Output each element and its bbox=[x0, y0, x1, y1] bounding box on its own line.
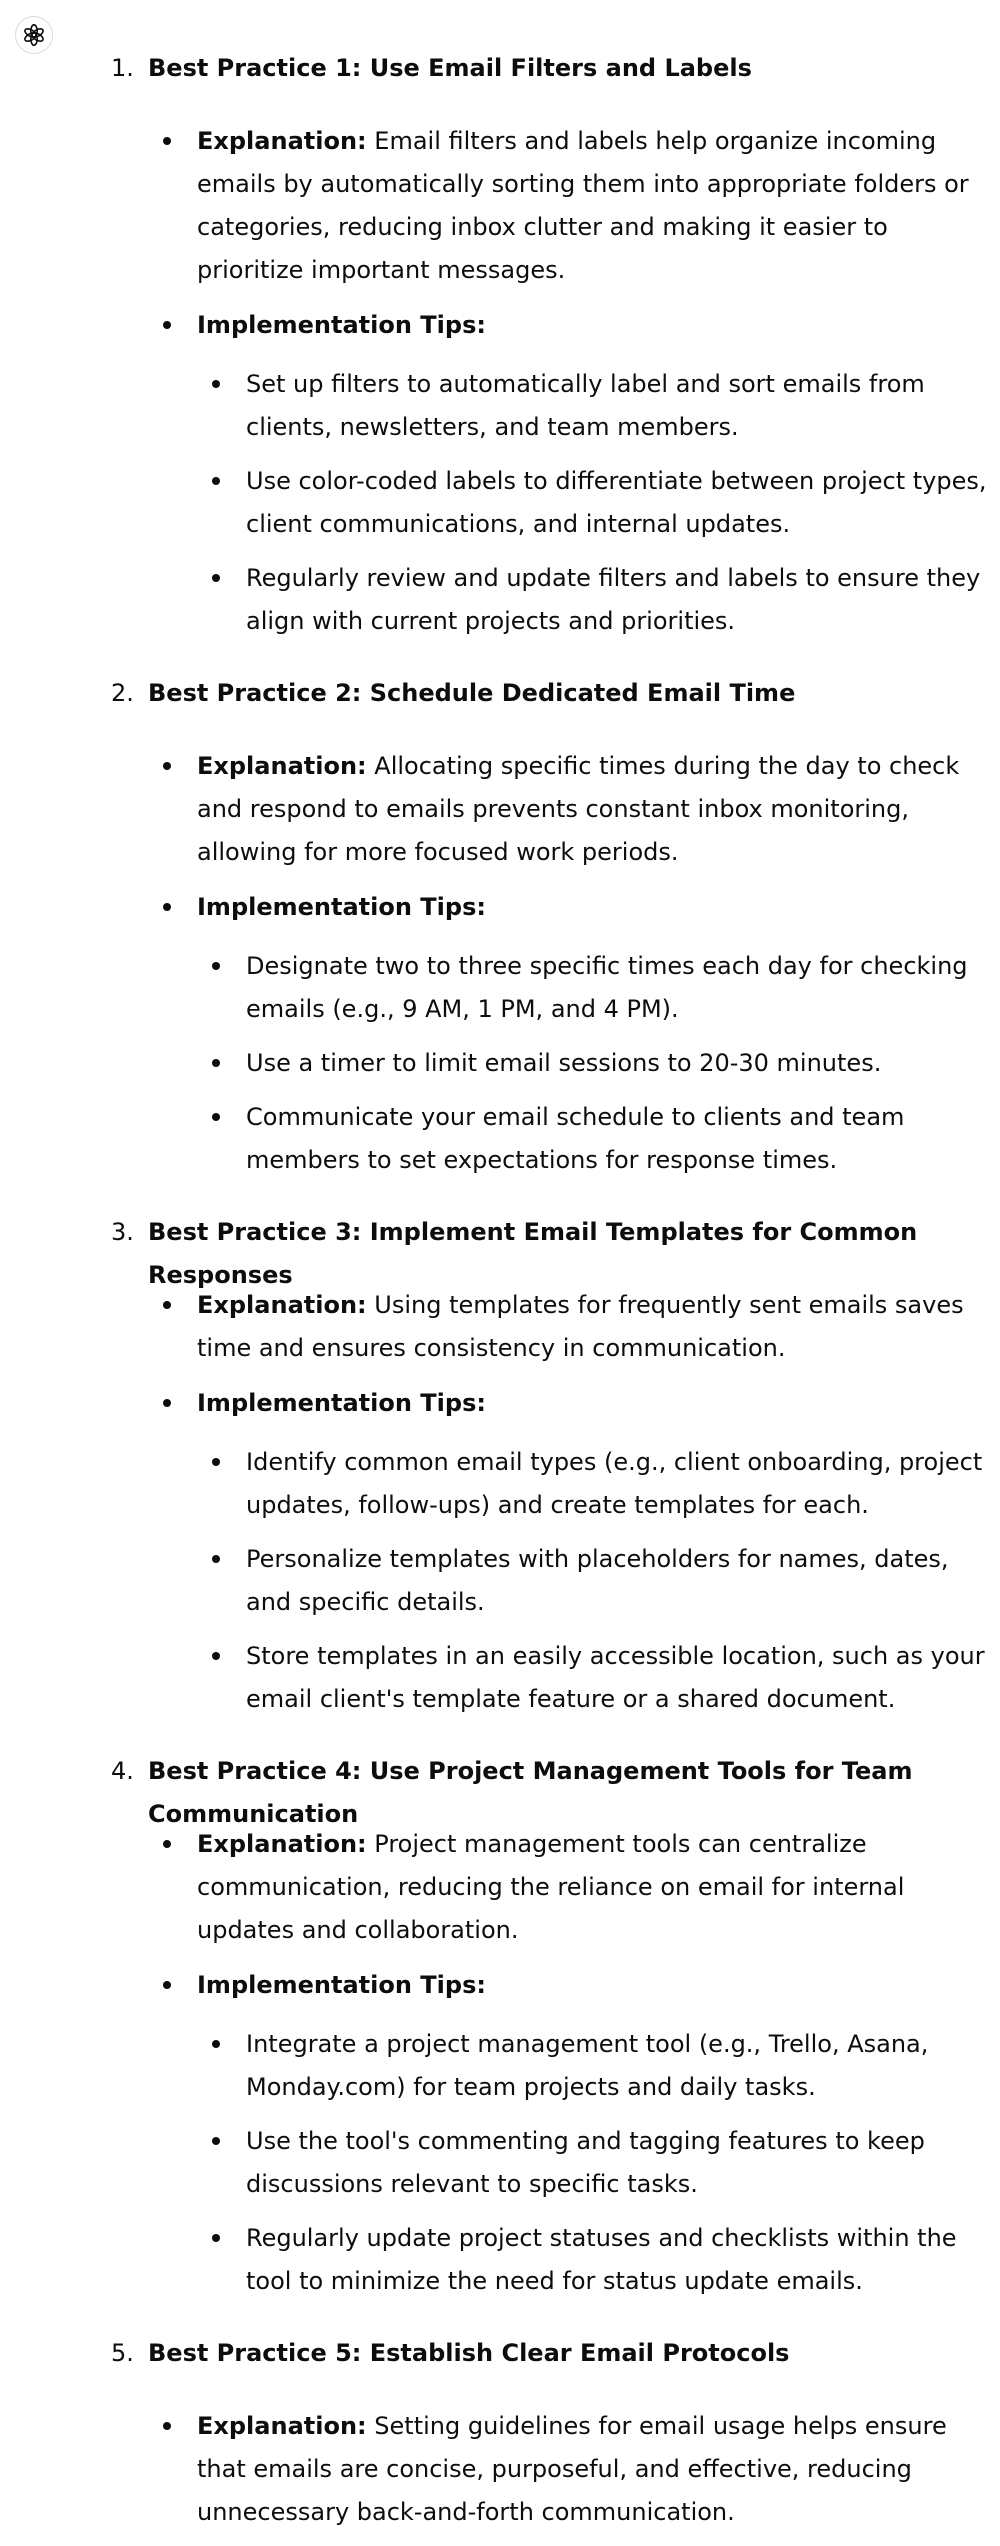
explanation-item: Explanation: Email filters and labels he… bbox=[0, 120, 1000, 292]
practice-heading: 1. Best Practice 1: Use Email Filters an… bbox=[0, 47, 1000, 90]
tips-label: Implementation Tips: bbox=[197, 893, 486, 921]
explanation-item: Explanation: Setting guidelines for emai… bbox=[0, 2405, 1000, 2534]
tip-item: Identify common email types (e.g., clien… bbox=[0, 1441, 1000, 1527]
tips-heading: Implementation Tips: bbox=[0, 304, 1000, 347]
explanation-label: Explanation: bbox=[197, 127, 367, 155]
tips-heading: Implementation Tips: bbox=[0, 1382, 1000, 1425]
practice-item: 2. Best Practice 2: Schedule Dedicated E… bbox=[0, 672, 1000, 1182]
tip-item: Integrate a project management tool (e.g… bbox=[0, 2023, 1000, 2109]
practice-item: 5. Best Practice 5: Establish Clear Emai… bbox=[0, 2332, 1000, 2534]
practice-heading: 4. Best Practice 4: Use Project Manageme… bbox=[0, 1750, 1000, 1828]
tip-item: Regularly review and update filters and … bbox=[0, 557, 1000, 643]
tip-item: Set up filters to automatically label an… bbox=[0, 363, 1000, 449]
practice-title: Best Practice 3: Implement Email Templat… bbox=[148, 1218, 918, 1289]
explanation-label: Explanation: bbox=[197, 1291, 367, 1319]
practice-heading: 3. Best Practice 3: Implement Email Temp… bbox=[0, 1211, 1000, 1289]
practice-title: Best Practice 2: Schedule Dedicated Emai… bbox=[148, 679, 796, 707]
tip-item: Regularly update project statuses and ch… bbox=[0, 2217, 1000, 2303]
explanation-item: Explanation: Project management tools ca… bbox=[0, 1823, 1000, 1952]
tips-heading: Implementation Tips: bbox=[0, 1964, 1000, 2007]
practice-title: Best Practice 1: Use Email Filters and L… bbox=[148, 54, 752, 82]
explanation-label: Explanation: bbox=[197, 2412, 367, 2440]
practice-number: 2. bbox=[111, 679, 134, 707]
practice-number: 5. bbox=[111, 2339, 134, 2367]
practice-item: 3. Best Practice 3: Implement Email Temp… bbox=[0, 1211, 1000, 1721]
practice-number: 1. bbox=[111, 54, 134, 82]
practice-title: Best Practice 5: Establish Clear Email P… bbox=[148, 2339, 790, 2367]
practice-title: Best Practice 4: Use Project Management … bbox=[148, 1757, 913, 1828]
tips-label: Implementation Tips: bbox=[197, 311, 486, 339]
tip-item: Use a timer to limit email sessions to 2… bbox=[0, 1042, 1000, 1085]
explanation-item: Explanation: Using templates for frequen… bbox=[0, 1284, 1000, 1370]
tip-item: Use the tool's commenting and tagging fe… bbox=[0, 2120, 1000, 2206]
practice-item: 4. Best Practice 4: Use Project Manageme… bbox=[0, 1750, 1000, 2303]
explanation-label: Explanation: bbox=[197, 1830, 367, 1858]
practice-item: 1. Best Practice 1: Use Email Filters an… bbox=[0, 47, 1000, 643]
practice-heading: 5. Best Practice 5: Establish Clear Emai… bbox=[0, 2332, 1000, 2375]
tips-heading: Implementation Tips: bbox=[0, 886, 1000, 929]
practice-number: 3. bbox=[111, 1218, 134, 1246]
explanation-label: Explanation: bbox=[197, 752, 367, 780]
tip-item: Use color-coded labels to differentiate … bbox=[0, 460, 1000, 546]
assistant-message: 1. Best Practice 1: Use Email Filters an… bbox=[0, 0, 1000, 2546]
tip-item: Personalize templates with placeholders … bbox=[0, 1538, 1000, 1624]
tip-item: Store templates in an easily accessible … bbox=[0, 1635, 1000, 1721]
practice-number: 4. bbox=[111, 1757, 134, 1785]
explanation-item: Explanation: Allocating specific times d… bbox=[0, 745, 1000, 874]
tip-item: Communicate your email schedule to clien… bbox=[0, 1096, 1000, 1182]
practice-heading: 2. Best Practice 2: Schedule Dedicated E… bbox=[0, 672, 1000, 715]
tip-item: Designate two to three specific times ea… bbox=[0, 945, 1000, 1031]
tips-label: Implementation Tips: bbox=[197, 1389, 486, 1417]
tips-label: Implementation Tips: bbox=[197, 1971, 486, 1999]
